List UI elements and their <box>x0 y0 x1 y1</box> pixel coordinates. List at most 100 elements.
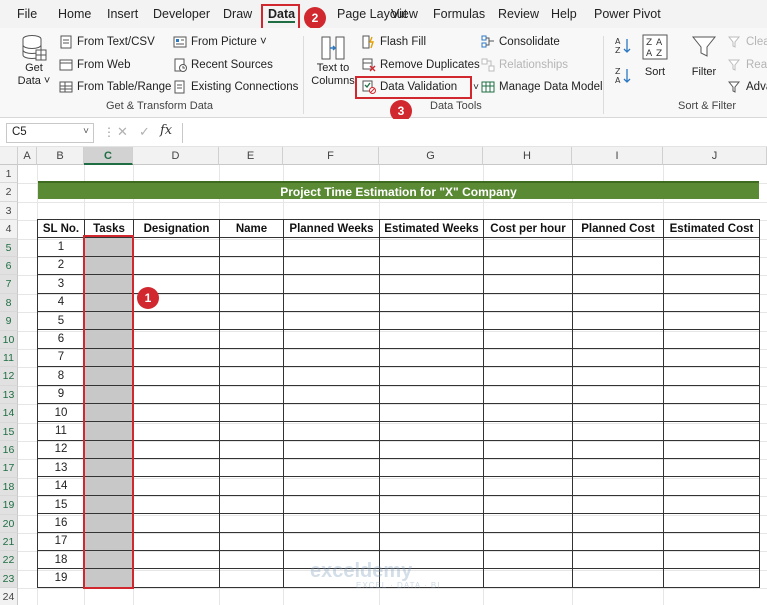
table-cell[interactable] <box>663 347 760 368</box>
header-planned-cost[interactable]: Planned Cost <box>572 218 664 239</box>
table-cell[interactable] <box>379 476 484 496</box>
table-cell[interactable] <box>283 439 380 460</box>
table-cell[interactable] <box>133 329 220 349</box>
table-cell[interactable] <box>663 310 760 331</box>
table-cell[interactable] <box>133 347 220 368</box>
table-cell[interactable] <box>379 439 484 460</box>
menu-help[interactable]: Help <box>551 7 577 21</box>
table-cell[interactable] <box>483 513 573 533</box>
table-cell[interactable] <box>133 458 220 478</box>
header-estimated-cost[interactable]: Estimated Cost <box>663 218 760 239</box>
table-cell[interactable] <box>663 366 760 386</box>
table-cell[interactable] <box>133 439 220 460</box>
menu-view[interactable]: View <box>391 7 418 21</box>
column-header-e[interactable]: E <box>219 147 283 165</box>
sl-number-cell[interactable]: 13 <box>37 458 85 478</box>
manage-data-model-button[interactable]: Manage Data Model <box>481 80 603 94</box>
table-cell[interactable] <box>483 458 573 478</box>
table-cell[interactable] <box>133 476 220 496</box>
table-cell[interactable] <box>663 274 760 294</box>
row-header[interactable]: 15 <box>0 422 18 441</box>
table-cell[interactable] <box>663 550 760 570</box>
table-cell[interactable] <box>379 237 484 257</box>
table-cell[interactable] <box>572 347 664 368</box>
table-cell[interactable] <box>133 366 220 386</box>
table-cell[interactable] <box>133 255 220 276</box>
table-cell[interactable] <box>572 274 664 294</box>
table-cell[interactable] <box>283 237 380 257</box>
table-cell[interactable] <box>663 458 760 478</box>
table-cell[interactable] <box>379 494 484 515</box>
column-header-h[interactable]: H <box>483 147 572 165</box>
table-cell[interactable] <box>283 402 380 423</box>
row-header[interactable]: 16 <box>0 441 18 460</box>
table-cell[interactable] <box>379 292 484 312</box>
table-cell[interactable] <box>572 255 664 276</box>
table-cell[interactable] <box>483 531 573 552</box>
table-cell[interactable] <box>133 421 220 441</box>
relationships-button[interactable]: Relationships <box>481 58 568 72</box>
menu-draw[interactable]: Draw <box>223 7 252 21</box>
from-table-range-button[interactable]: From Table/Range <box>59 80 171 94</box>
consolidate-button[interactable]: Consolidate <box>481 35 560 49</box>
table-cell[interactable] <box>283 421 380 441</box>
name-box[interactable]: C5 ˅ <box>6 123 94 143</box>
row-header[interactable]: 6 <box>0 257 18 276</box>
table-cell[interactable] <box>133 237 220 257</box>
table-cell[interactable] <box>283 255 380 276</box>
table-cell[interactable] <box>483 274 573 294</box>
table-cell[interactable] <box>663 439 760 460</box>
row-header[interactable]: 22 <box>0 551 18 570</box>
row-header[interactable]: 17 <box>0 459 18 478</box>
table-cell[interactable] <box>483 476 573 496</box>
table-cell[interactable] <box>379 531 484 552</box>
header-estimated-weeks[interactable]: Estimated Weeks <box>379 218 484 239</box>
from-web-button[interactable]: From Web <box>59 58 130 72</box>
table-cell[interactable] <box>572 458 664 478</box>
table-cell[interactable] <box>572 310 664 331</box>
table-cell[interactable] <box>219 531 284 552</box>
table-cell[interactable] <box>219 550 284 570</box>
table-cell[interactable] <box>379 402 484 423</box>
table-cell[interactable] <box>663 421 760 441</box>
table-cell[interactable] <box>483 384 573 404</box>
table-cell[interactable] <box>283 366 380 386</box>
table-cell[interactable] <box>283 513 380 533</box>
table-cell[interactable] <box>283 384 380 404</box>
table-cell[interactable] <box>219 568 284 588</box>
sl-number-cell[interactable]: 18 <box>37 550 85 570</box>
table-cell[interactable] <box>572 237 664 257</box>
column-header-c[interactable]: C <box>84 147 133 165</box>
table-cell[interactable] <box>379 347 484 368</box>
table-cell[interactable] <box>283 531 380 552</box>
column-header-d[interactable]: D <box>133 147 219 165</box>
row-header[interactable]: 7 <box>0 275 18 294</box>
table-cell[interactable] <box>572 402 664 423</box>
table-cell[interactable] <box>219 384 284 404</box>
table-cell[interactable] <box>663 568 760 588</box>
sl-number-cell[interactable]: 17 <box>37 531 85 552</box>
sl-number-cell[interactable]: 11 <box>37 421 85 441</box>
row-header[interactable]: 4 <box>0 220 18 239</box>
sl-number-cell[interactable]: 5 <box>37 310 85 331</box>
sl-number-cell[interactable]: 10 <box>37 402 85 423</box>
table-cell[interactable] <box>133 568 220 588</box>
table-cell[interactable] <box>379 255 484 276</box>
table-cell[interactable] <box>219 476 284 496</box>
row-header[interactable]: 10 <box>0 330 18 349</box>
column-header-b[interactable]: B <box>37 147 84 165</box>
sl-number-cell[interactable]: 16 <box>37 513 85 533</box>
flash-fill-button[interactable]: Flash Fill <box>362 35 426 49</box>
table-cell[interactable] <box>219 274 284 294</box>
table-cell[interactable] <box>572 513 664 533</box>
recent-sources-button[interactable]: Recent Sources <box>173 58 273 72</box>
table-cell[interactable] <box>219 310 284 331</box>
chevron-down-icon[interactable]: ˅ <box>83 126 89 137</box>
table-cell[interactable] <box>219 421 284 441</box>
get-data-button[interactable]: Get Data ˅ <box>16 34 52 94</box>
data-validation-dropdown-arrow[interactable]: ˅ <box>473 82 479 93</box>
row-header[interactable]: 1 <box>0 165 18 184</box>
table-cell[interactable] <box>663 494 760 515</box>
row-header[interactable]: 20 <box>0 514 18 533</box>
table-cell[interactable] <box>219 237 284 257</box>
